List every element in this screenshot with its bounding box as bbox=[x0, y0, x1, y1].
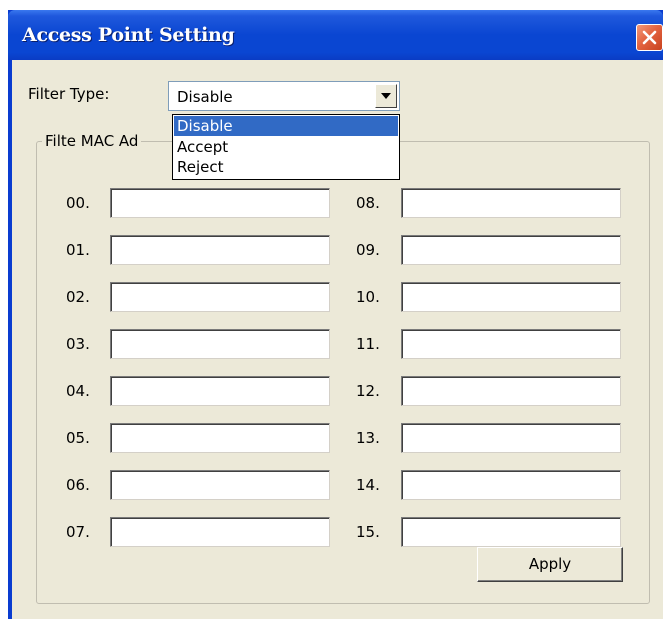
mac-input-11[interactable] bbox=[401, 329, 621, 359]
chevron-down-icon bbox=[381, 93, 391, 99]
mac-label-10: 10. bbox=[356, 288, 380, 306]
mac-label-05: 05. bbox=[66, 429, 90, 447]
close-icon bbox=[642, 30, 657, 45]
mac-label-12: 12. bbox=[356, 382, 380, 400]
mac-label-02: 02. bbox=[66, 288, 90, 306]
mac-label-00: 00. bbox=[66, 194, 90, 212]
mac-input-01[interactable] bbox=[110, 235, 330, 265]
mac-filter-group-legend: Filte MAC Ad bbox=[42, 132, 142, 150]
close-button[interactable] bbox=[636, 24, 663, 51]
mac-label-14: 14. bbox=[356, 476, 380, 494]
mac-input-05[interactable] bbox=[110, 423, 330, 453]
filter-type-label: Filter Type: bbox=[28, 85, 110, 103]
mac-label-13: 13. bbox=[356, 429, 380, 447]
mac-label-09: 09. bbox=[356, 241, 380, 259]
mac-label-15: 15. bbox=[356, 523, 380, 541]
mac-input-12[interactable] bbox=[401, 376, 621, 406]
filter-type-dropdown-button[interactable] bbox=[375, 84, 397, 108]
mac-label-04: 04. bbox=[66, 382, 90, 400]
mac-label-03: 03. bbox=[66, 335, 90, 353]
mac-input-15[interactable] bbox=[401, 517, 621, 547]
title-bar[interactable]: Access Point Setting bbox=[8, 10, 663, 60]
mac-input-07[interactable] bbox=[110, 517, 330, 547]
mac-input-14[interactable] bbox=[401, 470, 621, 500]
mac-input-08[interactable] bbox=[401, 188, 621, 218]
mac-input-09[interactable] bbox=[401, 235, 621, 265]
mac-input-06[interactable] bbox=[110, 470, 330, 500]
dropdown-option-accept[interactable]: Accept bbox=[174, 137, 398, 157]
dropdown-option-reject[interactable]: Reject bbox=[174, 157, 398, 177]
filter-type-value: Disable bbox=[177, 88, 233, 106]
apply-button[interactable]: Apply bbox=[477, 547, 623, 582]
dropdown-option-disable[interactable]: Disable bbox=[174, 116, 398, 136]
mac-input-02[interactable] bbox=[110, 282, 330, 312]
mac-label-08: 08. bbox=[356, 194, 380, 212]
mac-label-01: 01. bbox=[66, 241, 90, 259]
filter-type-select[interactable]: Disable bbox=[168, 81, 400, 111]
mac-input-03[interactable] bbox=[110, 329, 330, 359]
dialog-client-area: Filter Type: Disable Filte MAC Ad 00. 01… bbox=[12, 60, 663, 619]
mac-label-06: 06. bbox=[66, 476, 90, 494]
window-title: Access Point Setting bbox=[22, 24, 235, 46]
mac-label-11: 11. bbox=[356, 335, 380, 353]
mac-input-13[interactable] bbox=[401, 423, 621, 453]
mac-input-10[interactable] bbox=[401, 282, 621, 312]
dialog-window: Access Point Setting Filter Type: Disabl… bbox=[8, 10, 663, 619]
mac-input-00[interactable] bbox=[110, 188, 330, 218]
mac-input-04[interactable] bbox=[110, 376, 330, 406]
filter-type-dropdown-list: Disable Accept Reject bbox=[172, 114, 400, 180]
mac-label-07: 07. bbox=[66, 523, 90, 541]
